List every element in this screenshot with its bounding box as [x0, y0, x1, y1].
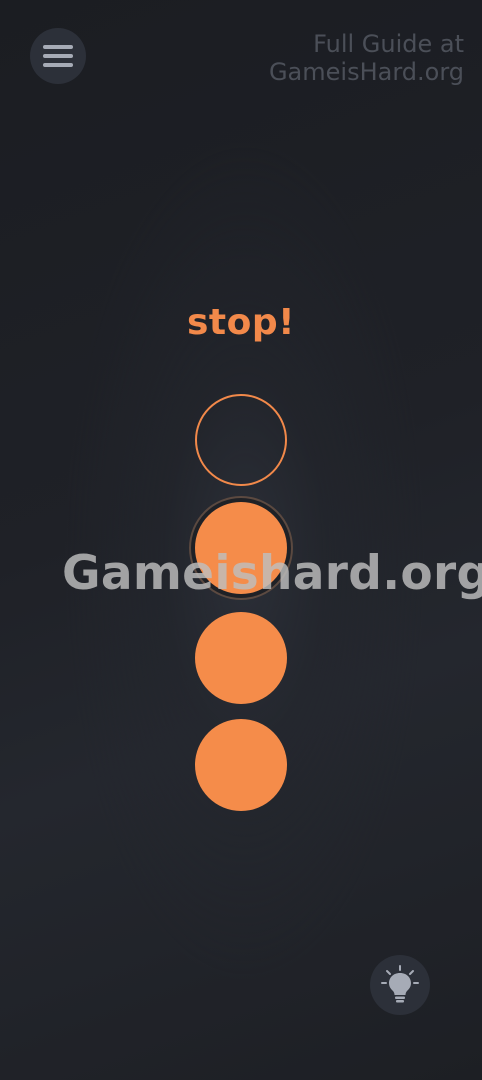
circle-1[interactable]: [195, 394, 287, 486]
guide-watermark-line1: Full Guide at: [313, 30, 464, 58]
menu-button[interactable]: [30, 28, 86, 84]
guide-watermark-line2: GameisHard.org: [268, 58, 464, 86]
hint-button[interactable]: [370, 955, 430, 1015]
site-watermark: Gameishard.org: [62, 546, 482, 601]
circle-4[interactable]: [195, 719, 287, 811]
guide-watermark: Full Guide at GameisHard.org: [269, 30, 464, 86]
circle-stack: [0, 0, 482, 1080]
puzzle-prompt: stop!: [186, 302, 296, 343]
hamburger-menu-icon: [43, 44, 73, 68]
circle-3[interactable]: [195, 612, 287, 704]
lightbulb-icon: [380, 965, 420, 1005]
